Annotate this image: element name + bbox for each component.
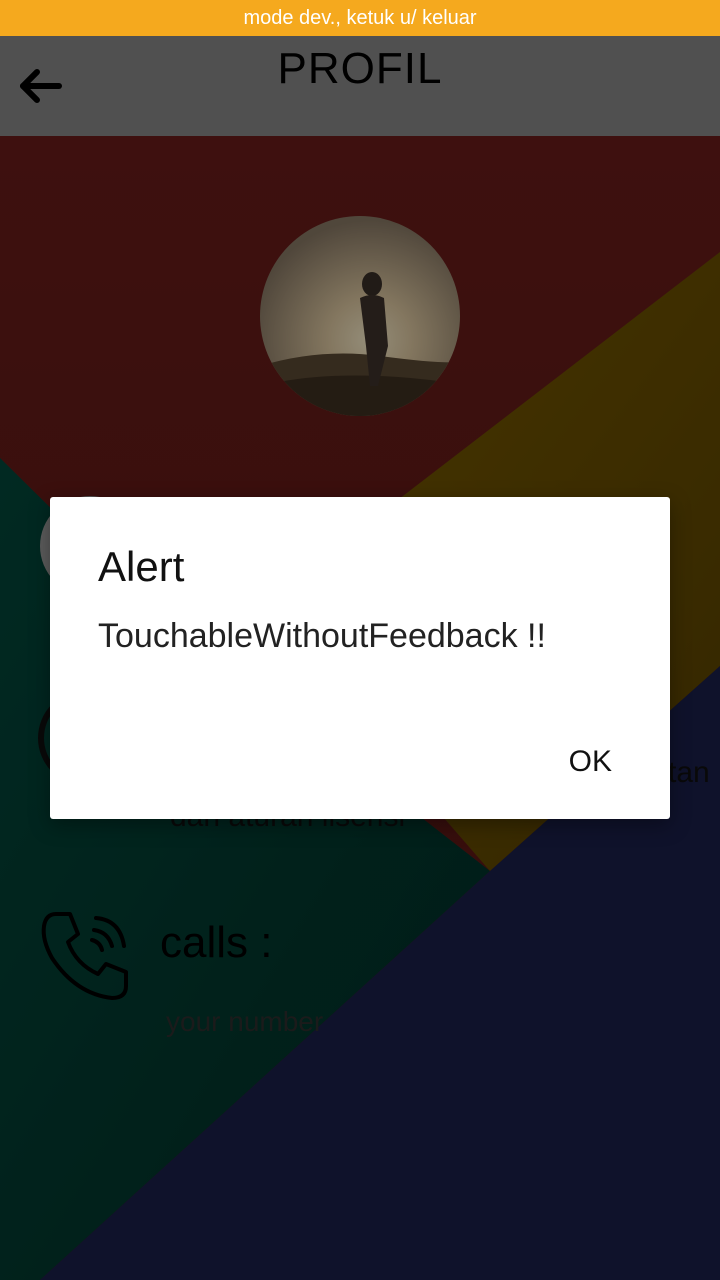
alert-message: TouchableWithoutFeedback !! — [98, 617, 546, 655]
dev-mode-text: mode dev., ketuk u/ keluar — [243, 6, 477, 29]
alert-dialog: Alert TouchableWithoutFeedback !! OK — [50, 497, 670, 819]
alert-title: Alert — [98, 543, 185, 590]
ok-button[interactable]: OK — [561, 741, 620, 783]
dev-mode-banner[interactable]: mode dev., ketuk u/ keluar — [0, 0, 720, 36]
